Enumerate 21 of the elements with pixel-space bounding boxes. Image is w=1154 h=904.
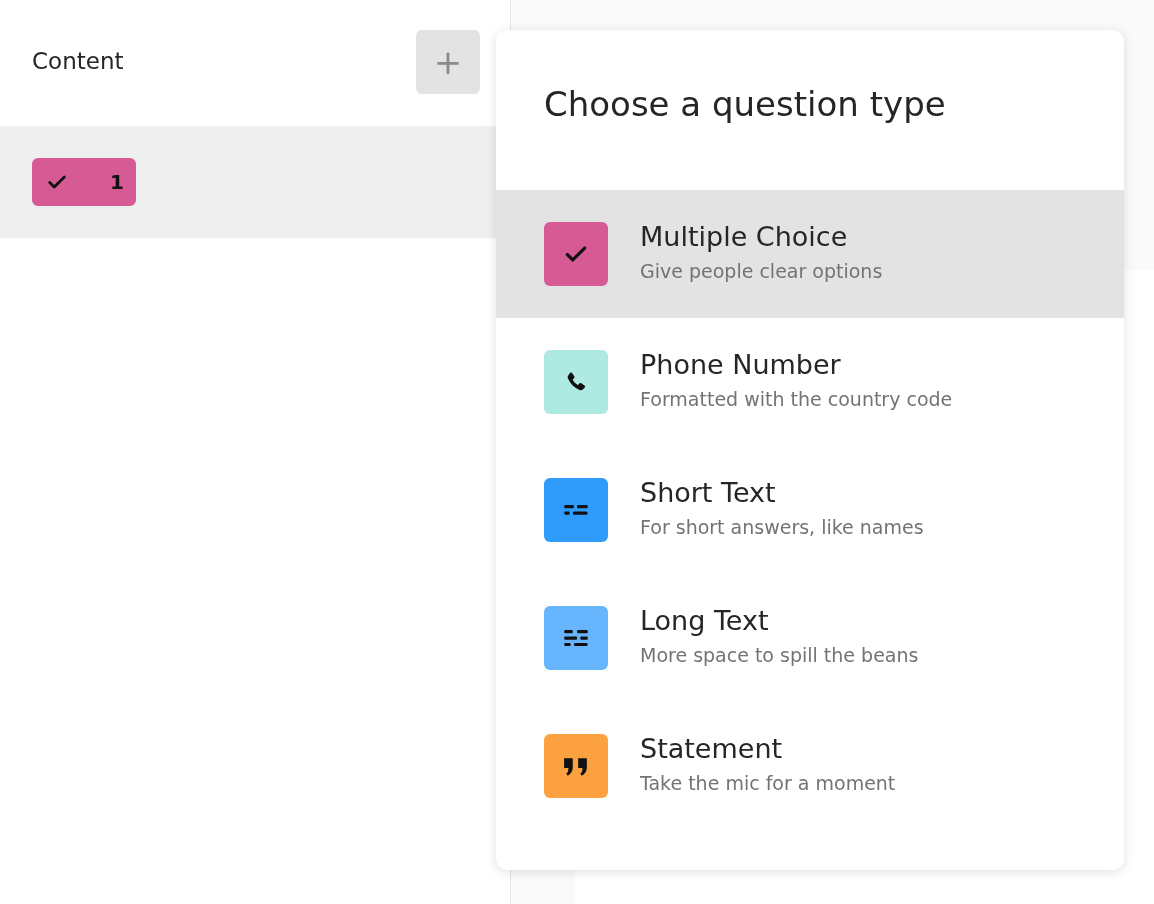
option-label: Long Text (640, 604, 770, 636)
quote-icon (563, 755, 589, 777)
option-label: Statement (640, 732, 784, 764)
option-description: For short answers, like names (640, 515, 924, 538)
question-number: 1 (110, 170, 124, 194)
option-description: Take the mic for a moment (640, 771, 896, 794)
question-type-option[interactable]: Phone Number Formatted with the country code (496, 318, 1124, 446)
option-label: Short Text (640, 476, 777, 508)
question-type-option[interactable]: Short Text For short answers, like names (496, 446, 1124, 574)
short-text-icon (563, 504, 589, 516)
question-type-option[interactable]: Multiple Choice Give people clear options (496, 190, 1124, 318)
option-description: More space to spill the beans (640, 643, 919, 666)
sidebar-title: Content (32, 48, 124, 74)
option-description: Formatted with the country code (640, 387, 953, 410)
question-type-option[interactable]: Long Text More space to spill the beans (496, 574, 1124, 702)
question-type-option[interactable]: Statement Take the mic for a moment (496, 702, 1124, 830)
menu-title: Choose a question type (543, 83, 947, 126)
long-text-icon (563, 628, 589, 648)
option-label: Phone Number (640, 348, 842, 380)
option-label: Multiple Choice (640, 220, 849, 252)
option-description: Give people clear options (640, 259, 883, 282)
